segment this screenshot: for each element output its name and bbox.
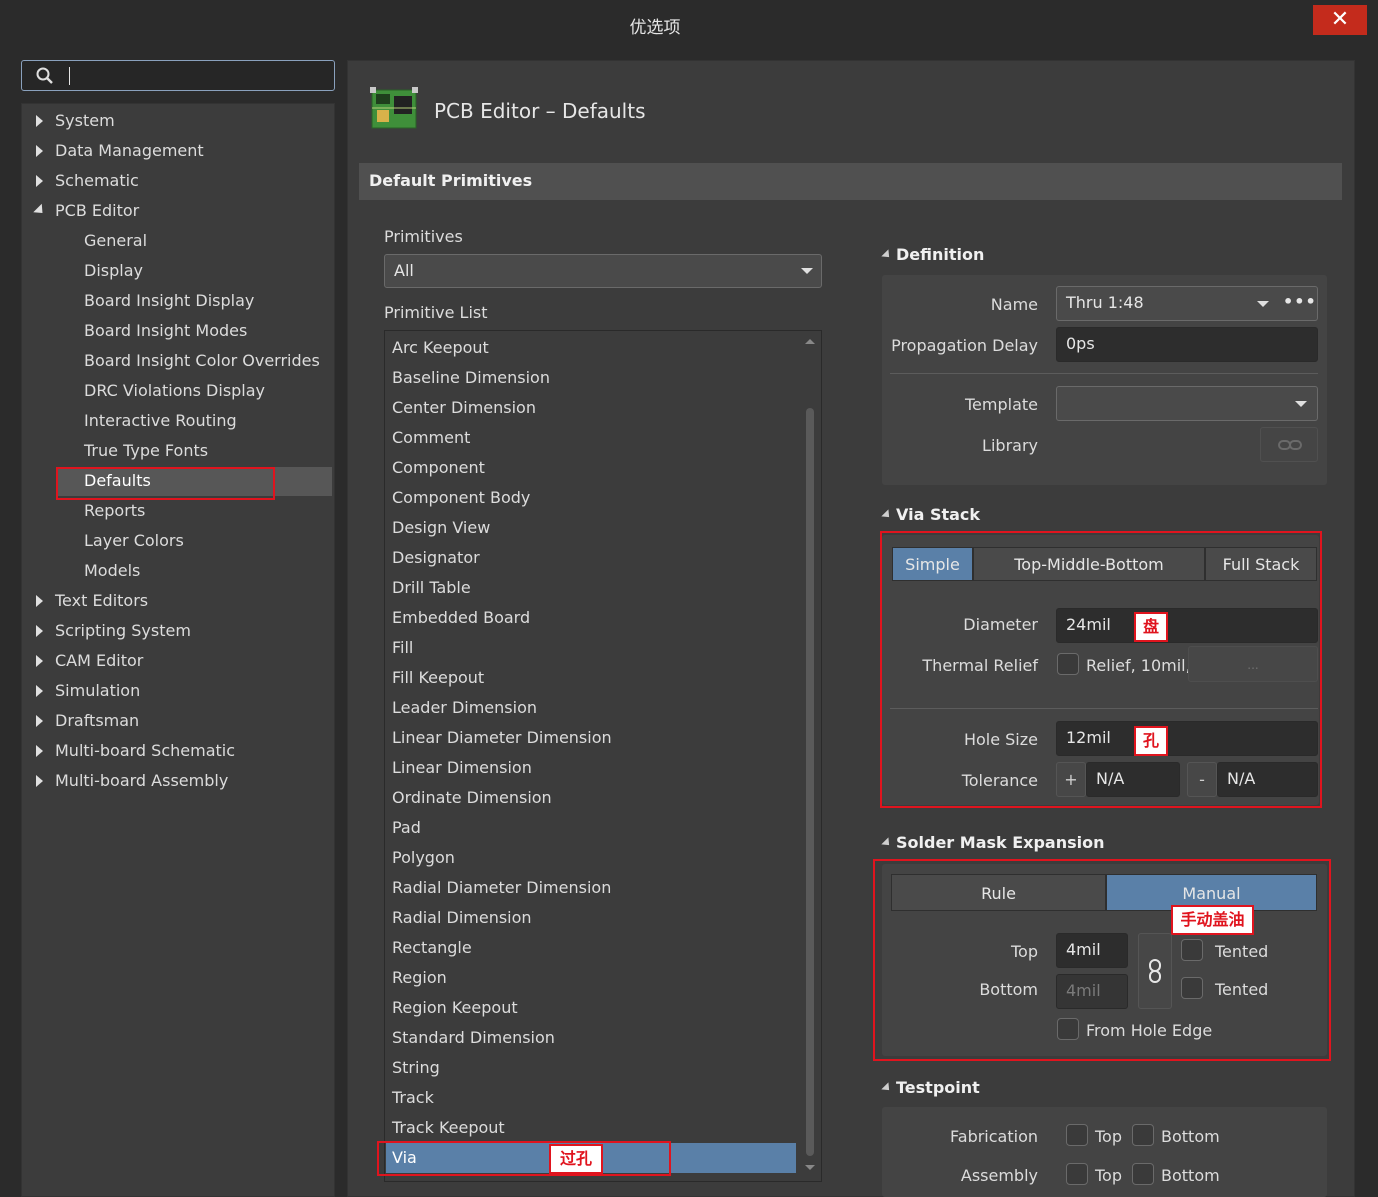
list-item[interactable]: Track Keepout: [392, 1113, 505, 1143]
fabrication-bottom-checkbox[interactable]: [1132, 1124, 1154, 1146]
expand-arrow-icon[interactable]: [36, 685, 43, 697]
highlight-box-solder-mask: [873, 859, 1331, 1061]
list-item[interactable]: Radial Diameter Dimension: [392, 873, 611, 903]
testpoint-header: Testpoint: [896, 1078, 980, 1097]
expand-arrow-icon[interactable]: [36, 655, 43, 667]
list-item[interactable]: Fill Keepout: [392, 663, 484, 693]
primitives-label: Primitives: [384, 227, 463, 246]
list-item[interactable]: Ordinate Dimension: [392, 783, 552, 813]
list-item[interactable]: Region: [392, 963, 447, 993]
list-item[interactable]: Fill: [392, 633, 413, 663]
list-item[interactable]: String: [392, 1053, 440, 1083]
window-title: 优选项: [629, 18, 681, 38]
highlight-box-via: [377, 1141, 671, 1176]
list-item[interactable]: Component: [392, 453, 485, 483]
library-link-button[interactable]: [1260, 427, 1318, 462]
list-item[interactable]: Arc Keepout: [392, 333, 489, 363]
tree-item-models[interactable]: Models: [84, 556, 140, 586]
propagation-delay-field[interactable]: 0ps: [1056, 327, 1318, 362]
solder-mask-header: Solder Mask Expansion: [896, 833, 1105, 852]
chevron-down-icon[interactable]: [1257, 301, 1269, 307]
list-item[interactable]: Component Body: [392, 483, 530, 513]
expand-arrow-icon[interactable]: [36, 745, 43, 757]
list-item[interactable]: Center Dimension: [392, 393, 536, 423]
definition-header: Definition: [896, 245, 985, 264]
tree-item-layer-colors[interactable]: Layer Colors: [84, 526, 184, 556]
tree-item-drc-violations-display[interactable]: DRC Violations Display: [84, 376, 265, 406]
list-item[interactable]: Polygon: [392, 843, 455, 873]
divider: [890, 373, 1318, 374]
annotation-via: 过孔: [549, 1144, 603, 1174]
scroll-down-icon[interactable]: [805, 1165, 815, 1170]
chevron-down-icon: [801, 268, 813, 274]
tree-item-board-insight-color-overrides[interactable]: Board Insight Color Overrides: [84, 346, 320, 376]
title-bar: 优选项 ✕: [0, 0, 1378, 46]
list-item[interactable]: Radial Dimension: [392, 903, 532, 933]
fabrication-label: Fabrication: [950, 1127, 1038, 1146]
list-item[interactable]: Drill Table: [392, 573, 471, 603]
assembly-label: Assembly: [960, 1166, 1038, 1185]
list-item[interactable]: Embedded Board: [392, 603, 530, 633]
fabrication-top-checkbox[interactable]: [1066, 1124, 1088, 1146]
list-item[interactable]: Linear Diameter Dimension: [392, 723, 612, 753]
expand-arrow-icon[interactable]: [36, 595, 43, 607]
expand-arrow-icon[interactable]: [36, 115, 43, 127]
tree-item-true-type-fonts[interactable]: True Type Fonts: [84, 436, 208, 466]
expand-arrow-icon[interactable]: [36, 715, 43, 727]
list-item[interactable]: Designator: [392, 543, 480, 573]
link-icon: [1278, 440, 1302, 450]
fabrication-bottom-label: Bottom: [1161, 1127, 1220, 1146]
close-button[interactable]: ✕: [1313, 5, 1367, 35]
expand-arrow-icon[interactable]: [36, 775, 43, 787]
name-dropdown[interactable]: Thru 1:48 •••: [1056, 286, 1318, 321]
list-item[interactable]: Track: [392, 1083, 434, 1113]
list-item[interactable]: Leader Dimension: [392, 693, 537, 723]
fabrication-top-label: Top: [1095, 1127, 1122, 1146]
chevron-down-icon: [1295, 401, 1307, 407]
list-item[interactable]: Standard Dimension: [392, 1023, 555, 1053]
tree-item-reports[interactable]: Reports: [84, 496, 145, 526]
section-title: Default Primitives: [369, 171, 533, 190]
assembly-top-label: Top: [1095, 1166, 1122, 1185]
highlight-box-defaults: [56, 467, 275, 500]
list-item[interactable]: Region Keepout: [392, 993, 518, 1023]
tree-item-board-insight-modes[interactable]: Board Insight Modes: [84, 316, 247, 346]
assembly-bottom-label: Bottom: [1161, 1166, 1220, 1185]
pcb-board-icon: [370, 87, 418, 129]
list-item[interactable]: Comment: [392, 423, 470, 453]
scroll-up-icon[interactable]: [805, 339, 815, 344]
tree-item-display[interactable]: Display: [84, 256, 143, 286]
page-title: PCB Editor – Defaults: [434, 99, 646, 123]
assembly-top-checkbox[interactable]: [1066, 1163, 1088, 1185]
text-cursor: [69, 67, 70, 85]
expand-arrow-icon[interactable]: [36, 175, 43, 187]
expand-arrow-icon[interactable]: [36, 625, 43, 637]
tree-item-board-insight-display[interactable]: Board Insight Display: [84, 286, 254, 316]
tree-item-interactive-routing[interactable]: Interactive Routing: [84, 406, 237, 436]
search-input[interactable]: [21, 60, 335, 91]
tree-item-general[interactable]: General: [84, 226, 147, 256]
highlight-box-via-stack: [880, 531, 1322, 808]
search-icon: [36, 67, 53, 84]
list-item[interactable]: Linear Dimension: [392, 753, 532, 783]
scrollbar-thumb[interactable]: [806, 408, 814, 1156]
list-item[interactable]: Baseline Dimension: [392, 363, 550, 393]
list-item[interactable]: Design View: [392, 513, 490, 543]
assembly-bottom-checkbox[interactable]: [1132, 1163, 1154, 1185]
list-item[interactable]: Pad: [392, 813, 421, 843]
primitive-list-label: Primitive List: [384, 303, 488, 322]
more-options-icon[interactable]: •••: [1283, 287, 1317, 317]
expand-arrow-icon[interactable]: [36, 145, 43, 157]
template-label: Template: [964, 395, 1038, 414]
via-stack-header: Via Stack: [896, 505, 981, 524]
library-label: Library: [982, 436, 1038, 455]
section-header: Default Primitives: [359, 163, 1342, 200]
name-label: Name: [990, 295, 1038, 314]
list-item[interactable]: Rectangle: [392, 933, 472, 963]
template-dropdown[interactable]: [1056, 386, 1318, 421]
propagation-delay-label: Propagation Delay: [891, 336, 1038, 355]
primitives-dropdown[interactable]: All: [384, 254, 822, 288]
